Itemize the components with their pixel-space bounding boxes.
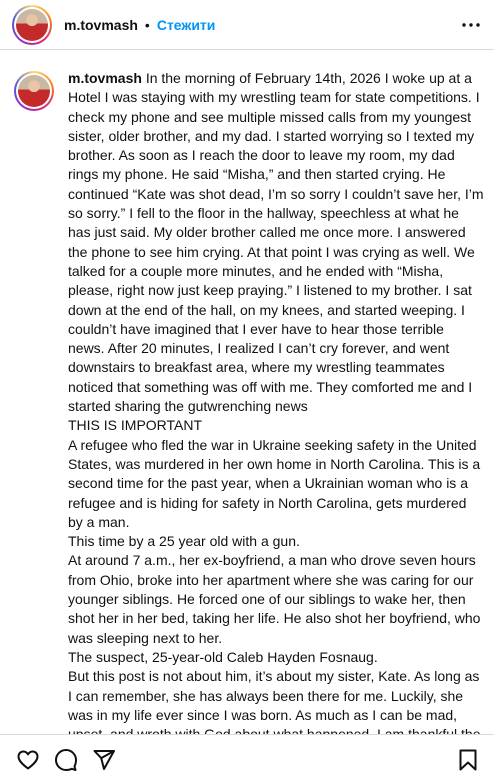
action-bar — [0, 734, 494, 784]
more-horizontal-icon[interactable] — [462, 15, 480, 35]
header-separator: • — [144, 16, 150, 33]
post-caption: m.tovmash In the morning of February 14t… — [68, 69, 484, 734]
caption-avatar[interactable] — [14, 71, 54, 111]
heart-icon[interactable] — [14, 746, 42, 774]
instagram-post-view: m.tovmash • Стежити m.tovmash In the mor… — [0, 0, 494, 784]
caption-username[interactable]: m.tovmash — [68, 70, 142, 86]
follow-button[interactable]: Стежити — [157, 17, 216, 33]
header-avatar[interactable] — [12, 4, 52, 45]
bookmark-icon[interactable] — [454, 746, 482, 774]
header-username[interactable]: m.tovmash — [64, 17, 138, 33]
share-icon[interactable] — [90, 746, 118, 774]
caption-area: m.tovmash In the morning of February 14t… — [0, 51, 494, 734]
profile-photo — [18, 75, 50, 107]
post-header: m.tovmash • Стежити — [0, 0, 494, 50]
comment-icon[interactable] — [52, 746, 80, 774]
caption-text: In the morning of February 14th, 2026 I … — [68, 70, 484, 734]
profile-photo — [16, 8, 48, 41]
